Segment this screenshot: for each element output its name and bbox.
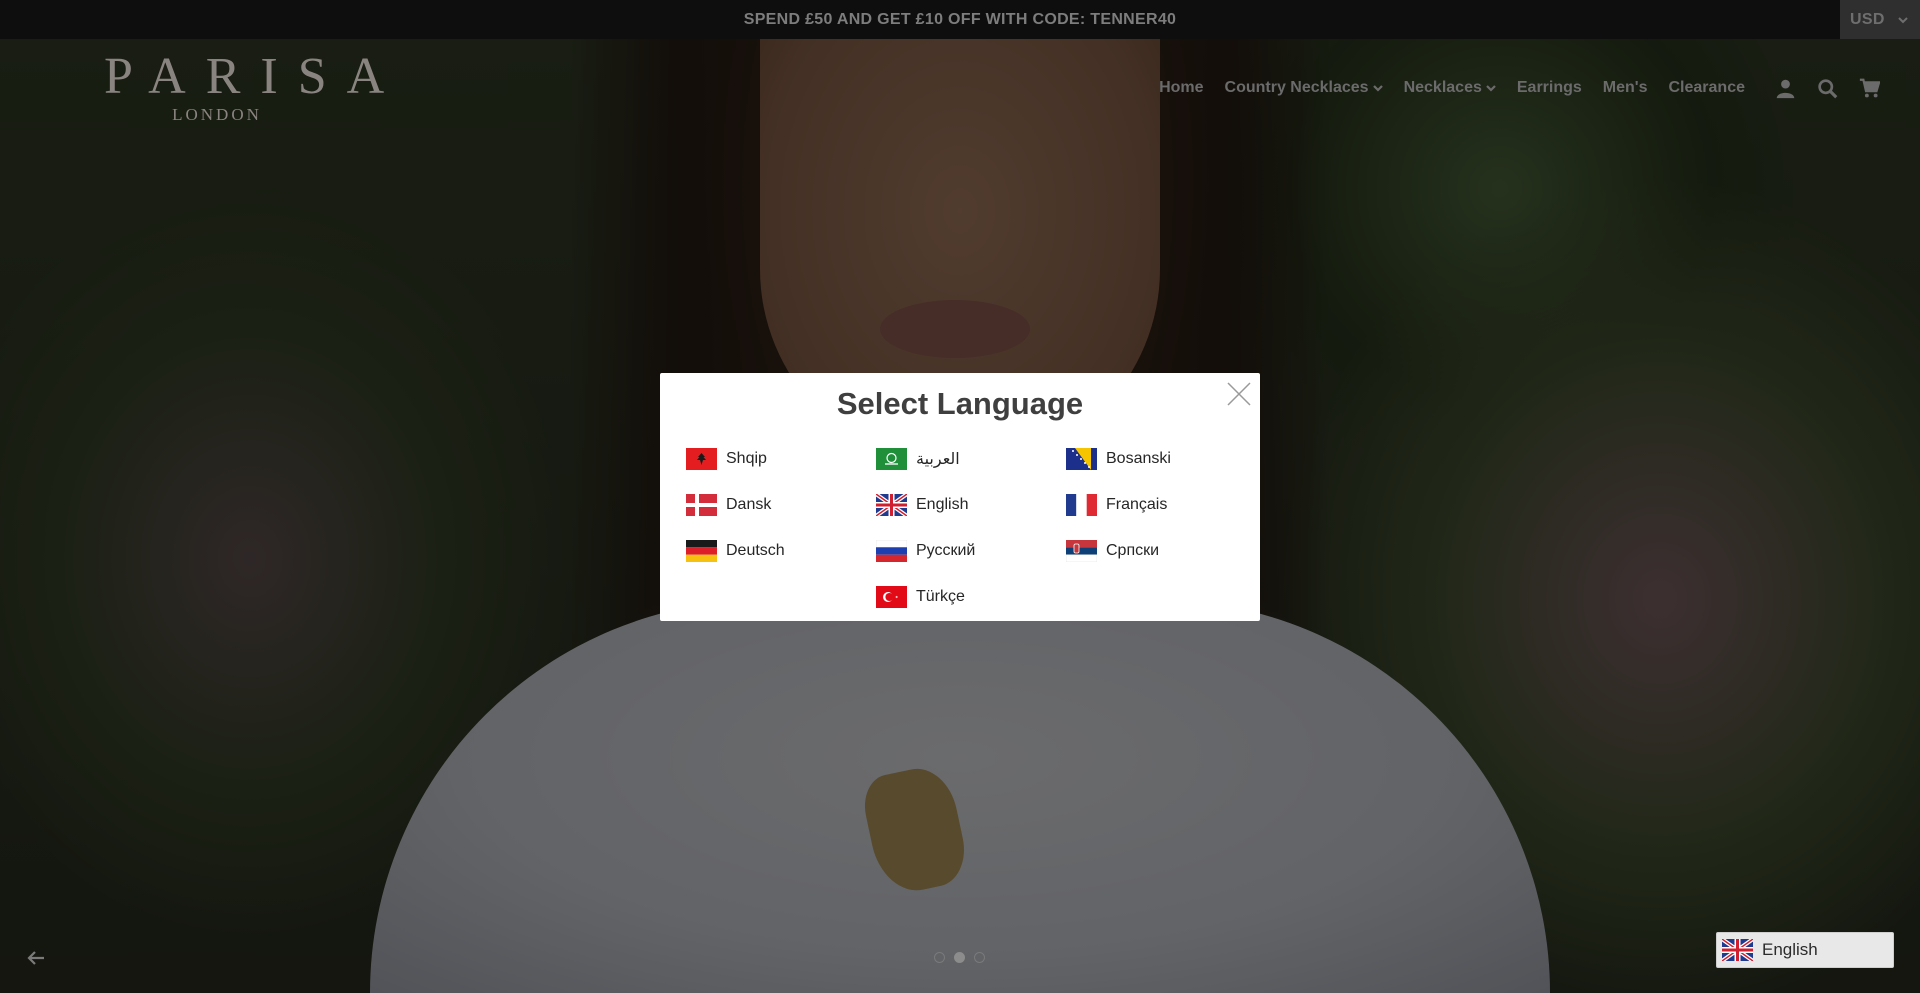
nav-home[interactable]: Home: [1159, 79, 1203, 97]
language-option-turkce[interactable]: Türkçe: [876, 585, 1066, 609]
cart-icon[interactable]: [1858, 76, 1880, 100]
uk-flag-icon: [1722, 939, 1753, 961]
france-flag-icon: [1066, 494, 1097, 516]
account-icon[interactable]: [1774, 76, 1796, 100]
saudi-arabia-flag-icon: [876, 448, 907, 470]
language-option-arabic[interactable]: العربية: [876, 447, 1066, 471]
language-option-serbian[interactable]: Српски: [1066, 539, 1256, 563]
slider-dot[interactable]: [974, 952, 985, 963]
serbia-flag-icon: [1066, 540, 1097, 562]
language-grid: Shqip العربية Bosanski Dansk English Fra…: [686, 447, 1256, 609]
announcement-text: SPEND £50 AND GET £10 OFF WITH CODE: TEN…: [743, 10, 1177, 28]
logo-sub: LONDON: [172, 105, 262, 124]
logo[interactable]: PARISA LONDON: [84, 48, 405, 125]
nav-country-necklaces[interactable]: Country Necklaces: [1225, 79, 1383, 97]
currency-value: USD: [1850, 10, 1885, 28]
modal-title: Select Language: [836, 386, 1084, 421]
language-switcher[interactable]: English: [1716, 932, 1894, 968]
announcement-bar: SPEND £50 AND GET £10 OFF WITH CODE: TEN…: [0, 0, 1920, 39]
slider-dot[interactable]: [934, 952, 945, 963]
language-option-deutsch[interactable]: Deutsch: [686, 539, 876, 563]
slider-prev-arrow-icon[interactable]: [26, 948, 46, 968]
nav-earrings[interactable]: Earrings: [1517, 79, 1582, 97]
denmark-flag-icon: [686, 494, 717, 516]
currency-selector[interactable]: USD: [1840, 0, 1920, 39]
slider-dots: [934, 952, 985, 963]
header-icons: [1774, 76, 1880, 100]
language-option-russian[interactable]: Русский: [876, 539, 1066, 563]
turkey-flag-icon: [876, 586, 907, 608]
close-icon[interactable]: [1226, 381, 1252, 407]
uk-flag-icon: [876, 494, 907, 516]
nav-mens[interactable]: Men's: [1603, 79, 1648, 97]
nav-necklaces[interactable]: Necklaces: [1404, 79, 1496, 97]
language-option-english[interactable]: English: [876, 493, 1066, 517]
albania-flag-icon: [686, 448, 717, 470]
chevron-down-icon: [1372, 85, 1383, 92]
search-icon[interactable]: [1816, 76, 1838, 100]
language-option-shqip[interactable]: Shqip: [686, 447, 876, 471]
nav-clearance[interactable]: Clearance: [1669, 79, 1746, 97]
language-option-francais[interactable]: Français: [1066, 493, 1256, 517]
logo-brand: PARISA: [104, 48, 405, 105]
site-header: PARISA LONDON Home Country Necklaces Nec…: [0, 39, 1920, 139]
language-option-bosanski[interactable]: Bosanski: [1066, 447, 1256, 471]
language-modal: Select Language Shqip العربية Bosanski D…: [660, 373, 1260, 621]
chevron-down-icon: [1897, 16, 1908, 23]
chevron-down-icon: [1486, 85, 1496, 92]
germany-flag-icon: [686, 540, 717, 562]
main-nav: Home Country Necklaces Necklaces Earring…: [1159, 79, 1745, 97]
bosnia-flag-icon: [1066, 448, 1097, 470]
slider-dot-active[interactable]: [954, 952, 965, 963]
language-switcher-label: English: [1762, 940, 1818, 959]
language-option-dansk[interactable]: Dansk: [686, 493, 876, 517]
russia-flag-icon: [876, 540, 907, 562]
